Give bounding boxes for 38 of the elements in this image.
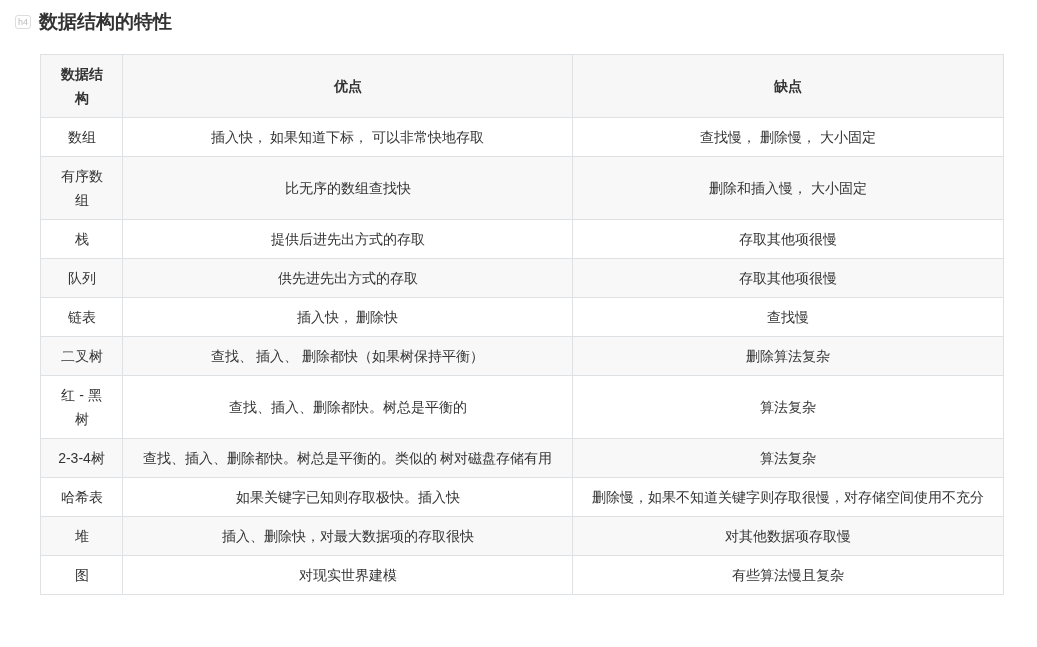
table-cell: 查找慢 [572,297,1004,337]
table-cell: 对其他数据项存取慢 [572,516,1004,556]
table-cell: 有些算法慢且复杂 [572,555,1004,595]
table-cell: 查找、插入、删除都快。树总是平衡的 [122,375,573,439]
table-cell: 删除慢，如果不知道关键字则存取很慢，对存储空间使用不充分 [572,477,1004,517]
table-cell: 栈 [40,219,123,259]
table-cell: 对现实世界建模 [122,555,573,595]
table-cell: 提供后进先出方式的存取 [122,219,573,259]
table-cell: 数组 [40,117,123,157]
table-cell: 供先进先出方式的存取 [122,258,573,298]
table-cell: 比无序的数组查找快 [122,156,573,220]
table-cell: 算法复杂 [572,438,1004,478]
table-cell: 如果关键字已知则存取极快。插入快 [122,477,573,517]
table-cell: 哈希表 [40,477,123,517]
table-cell: 红 - 黑树 [40,375,123,439]
table-cell: 2-3-4树 [40,438,123,478]
table-cell: 图 [40,555,123,595]
table-cell: 存取其他项很慢 [572,219,1004,259]
table-cell: 队列 [40,258,123,298]
table-cell: 堆 [40,516,123,556]
column-header: 缺点 [572,54,1004,118]
table-cell: 查找、插入、删除都快。树总是平衡的。类似的 树对磁盘存储有用 [122,438,573,478]
table-cell: 插入、删除快，对最大数据项的存取很快 [122,516,573,556]
heading-level-badge: h4 [15,15,31,29]
table-cell: 删除算法复杂 [572,336,1004,376]
table-cell: 二叉树 [40,336,123,376]
table-cell: 有序数组 [40,156,123,220]
column-header: 数据结构 [40,54,123,118]
table-cell: 链表 [40,297,123,337]
table-cell: 插入快， 删除快 [122,297,573,337]
table-cell: 查找慢， 删除慢， 大小固定 [572,117,1004,157]
section-title: 数据结构的特性 [39,10,172,34]
table-cell: 删除和插入慢， 大小固定 [572,156,1004,220]
table-cell: 查找、 插入、 删除都快（如果树保持平衡） [122,336,573,376]
table-cell: 插入快， 如果知道下标， 可以非常快地存取 [122,117,573,157]
table-cell: 存取其他项很慢 [572,258,1004,298]
table-cell: 算法复杂 [572,375,1004,439]
column-header: 优点 [122,54,573,118]
